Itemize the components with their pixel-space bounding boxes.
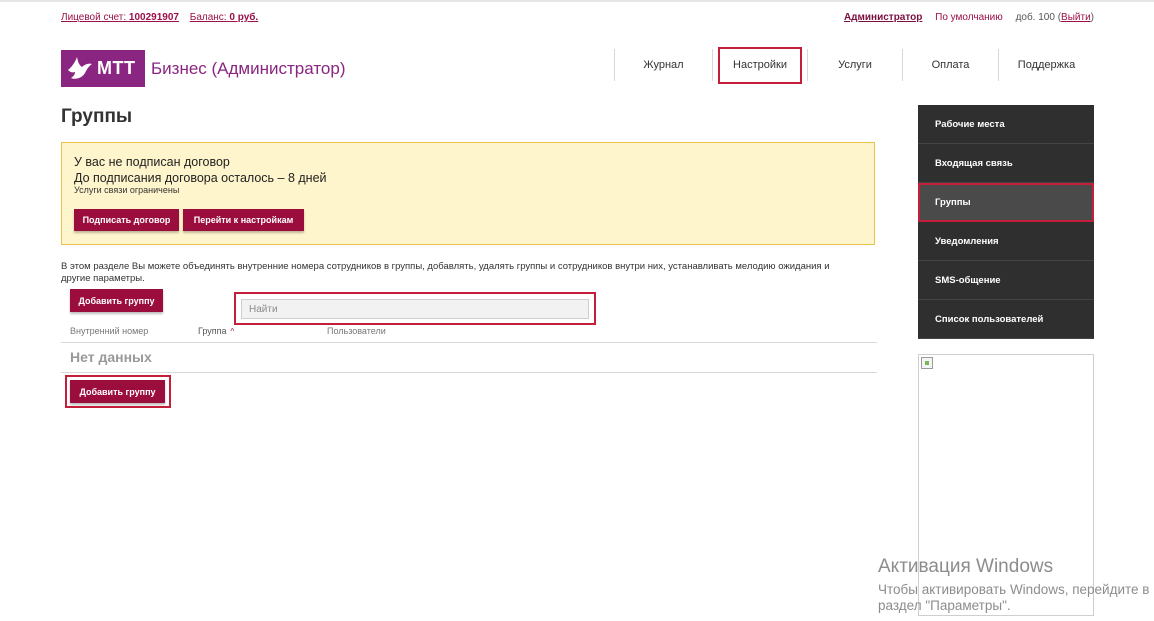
empty-state-text: Нет данных bbox=[70, 349, 152, 365]
page-title: Группы bbox=[61, 106, 133, 127]
search-highlight bbox=[234, 292, 596, 325]
account-info: Лицевой счет: 100291907 Баланс: 0 руб. bbox=[61, 12, 266, 23]
watermark-line-1: Чтобы активировать Windows, перейдите в bbox=[878, 582, 1150, 597]
windows-activation-watermark: Активация Windows Чтобы активировать Win… bbox=[878, 556, 1149, 613]
nav-settings-wrap: Настройки bbox=[712, 46, 807, 84]
contract-alert: У вас не подписан договор До подписания … bbox=[61, 142, 875, 245]
logo-product-text: Бизнес (Администратор) bbox=[151, 58, 346, 78]
column-header-users[interactable]: Пользователи bbox=[327, 326, 386, 336]
add-group-button-bottom[interactable]: Добавить группу bbox=[70, 380, 165, 403]
table-divider-top bbox=[61, 342, 877, 343]
column-header-group-label: Группа bbox=[198, 326, 227, 336]
column-header-group[interactable]: Группа ^ bbox=[198, 326, 234, 336]
logo-mtt-text: МТТ bbox=[97, 58, 136, 78]
bird-icon bbox=[61, 50, 97, 87]
nav-support[interactable]: Поддержка bbox=[998, 49, 1094, 81]
nav-settings[interactable]: Настройки bbox=[718, 46, 802, 84]
default-profile-label: По умолчанию bbox=[935, 12, 1003, 23]
watermark-line-2: раздел "Параметры". bbox=[878, 598, 1011, 613]
watermark-title: Активация Windows bbox=[878, 556, 1054, 577]
sidebar-item-sms[interactable]: SMS-общение bbox=[918, 261, 1094, 300]
alert-line-1: У вас не подписан договор bbox=[74, 155, 230, 169]
column-header-extension[interactable]: Внутренний номер bbox=[70, 326, 148, 336]
sign-contract-button[interactable]: Подписать договор bbox=[74, 209, 179, 231]
account-link[interactable]: Лицевой счет: 100291907 bbox=[61, 12, 179, 23]
alert-line-3: Услуги связи ограничены bbox=[74, 185, 180, 195]
sidebar-item-notifications[interactable]: Уведомления bbox=[918, 222, 1094, 261]
sidebar-item-groups[interactable]: Группы bbox=[918, 183, 1094, 222]
extension-suffix: ) bbox=[1090, 12, 1094, 23]
search-input[interactable] bbox=[241, 299, 589, 319]
main-nav: Журнал Настройки Услуги Оплата Поддержка bbox=[614, 46, 1094, 84]
nav-payment[interactable]: Оплата bbox=[902, 49, 998, 81]
nav-services[interactable]: Услуги bbox=[807, 49, 902, 81]
nav-journal[interactable]: Журнал bbox=[614, 49, 712, 81]
table-divider-bottom bbox=[61, 372, 877, 373]
user-box: Администратор По умолчанию доб. 100 (Вый… bbox=[844, 12, 1094, 23]
alert-line-2: До подписания договора осталось – 8 дней bbox=[74, 171, 327, 185]
sidebar-item-workplaces[interactable]: Рабочие места bbox=[918, 105, 1094, 144]
sidebar-item-user-list[interactable]: Список пользователей bbox=[918, 300, 1094, 339]
add-group-highlight: Добавить группу bbox=[65, 375, 171, 408]
admin-link[interactable]: Администратор bbox=[844, 12, 922, 23]
broken-image-icon bbox=[921, 357, 933, 369]
logo-mark: МТТ bbox=[61, 50, 145, 87]
sidebar-item-incoming[interactable]: Входящая связь bbox=[918, 144, 1094, 183]
settings-sidebar: Рабочие места Входящая связь Группы Увед… bbox=[918, 105, 1094, 339]
logout-link[interactable]: Выйти bbox=[1061, 12, 1091, 23]
sort-asc-icon: ^ bbox=[230, 327, 235, 336]
top-border bbox=[0, 0, 1154, 2]
balance-link[interactable]: Баланс: 0 руб. bbox=[190, 12, 258, 23]
add-group-button-top[interactable]: Добавить группу bbox=[70, 289, 163, 312]
go-to-settings-button[interactable]: Перейти к настройкам bbox=[183, 209, 304, 231]
section-description: В этом разделе Вы можете объединять внут… bbox=[61, 261, 830, 284]
logo[interactable]: МТТ Бизнес (Администратор) bbox=[61, 50, 346, 87]
extension-prefix: доб. 100 ( bbox=[1015, 12, 1062, 23]
